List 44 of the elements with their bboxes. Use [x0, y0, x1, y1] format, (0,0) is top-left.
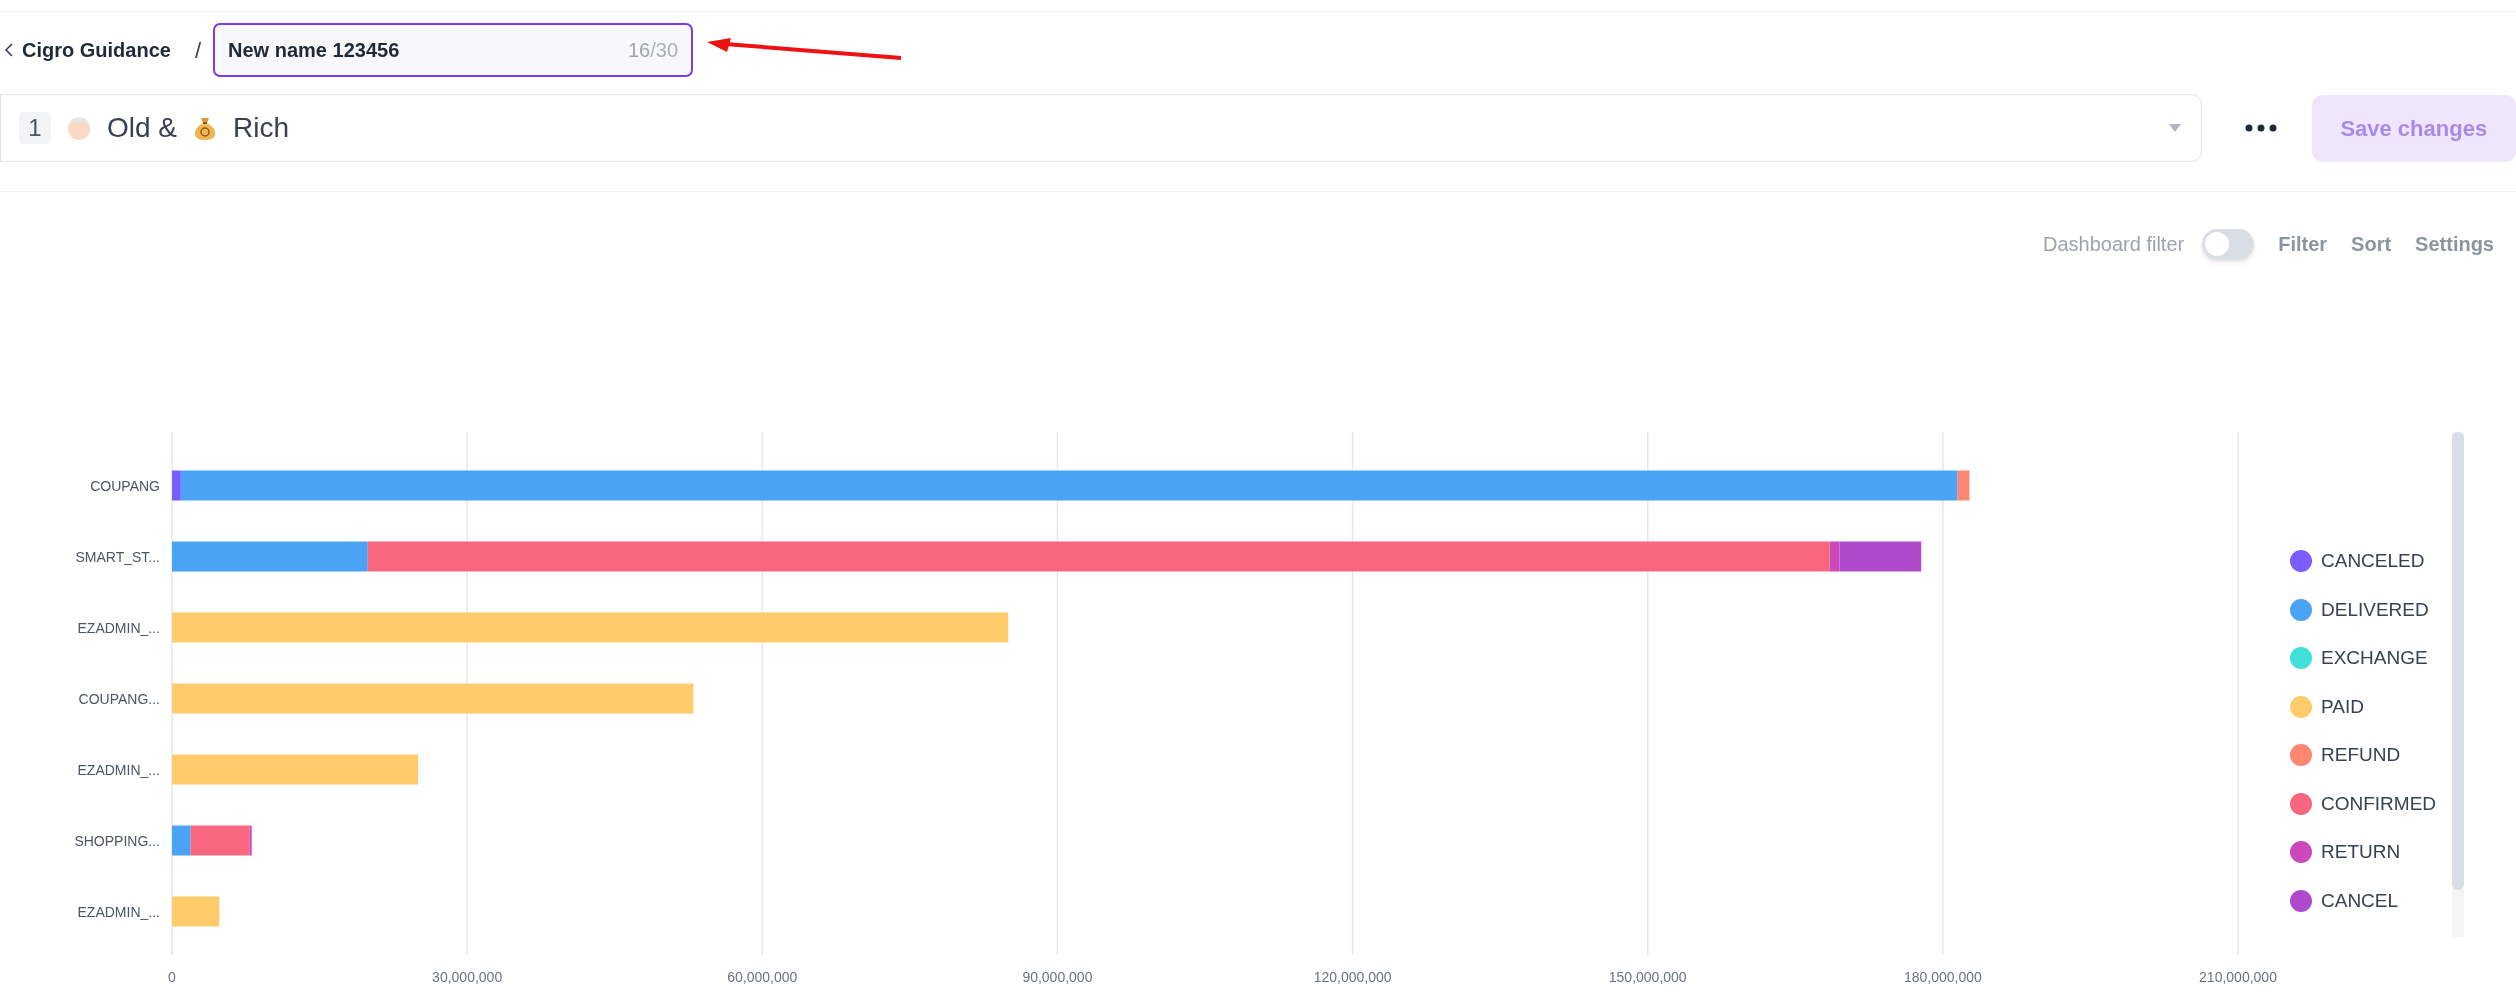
dropdown-caret-icon — [2168, 124, 2181, 132]
back-link[interactable]: Cigro Guidance — [4, 35, 171, 65]
axis-tick-label: 150,000,000 — [1608, 969, 1687, 985]
toolbar-action[interactable]: Sort — [2351, 229, 2392, 259]
legend-label: REFUND — [2321, 743, 2401, 767]
legend-label: DELIVERED — [2321, 597, 2429, 622]
category-label: EZADMIN_... — [77, 619, 160, 636]
name-value: New name 123456 — [228, 38, 400, 63]
index-badge: 1 — [19, 112, 51, 144]
category-label: COUPANG... — [78, 690, 160, 707]
category-label: EZADMIN_... — [77, 903, 160, 920]
elderly-face-icon — [65, 114, 93, 142]
dashboard-title: Old & — [107, 111, 178, 145]
bar-segment — [172, 896, 220, 927]
dashboard-filter-label: Dashboard filter — [2043, 232, 2185, 257]
axis-tick-label: 90,000,000 — [1022, 969, 1093, 985]
character-limit: /30 — [650, 38, 679, 63]
category-label: COUPANG — [90, 477, 160, 494]
character-count: 16 — [627, 38, 651, 63]
legend-label: PAID — [2321, 694, 2364, 719]
breadcrumb-separator: / — [194, 36, 202, 65]
legend-label: CANCELED — [2321, 549, 2425, 573]
axis-tick-label: 210,000,000 — [2199, 969, 2277, 985]
axis-tick-label: 180,000,000 — [1903, 969, 1982, 985]
dashboard-title: Rich — [233, 111, 290, 145]
axis-tick-label: 60,000,000 — [727, 969, 798, 985]
scrollbar-thumb[interactable] — [2452, 432, 2464, 890]
toolbar-action[interactable]: Filter — [2278, 229, 2328, 259]
dashboard-select[interactable]: 1 Old & Rich — [0, 94, 2202, 162]
axis-tick-label: 30,000,000 — [432, 969, 503, 985]
name-input-field[interactable]: New name 123456 16/30 — [213, 23, 694, 77]
category-label: SMART_ST... — [75, 548, 160, 565]
axis-tick-label: 120,000,000 — [1313, 969, 1392, 985]
legend-label: CANCEL — [2321, 888, 2399, 913]
dashboard-filter-toggle[interactable] — [2202, 229, 2255, 259]
chevron-left-icon — [4, 42, 14, 58]
legend-label: RETURN — [2321, 840, 2401, 864]
more-icon — [2244, 124, 2277, 132]
toolbar-action[interactable]: Settings — [2415, 229, 2494, 259]
category-label: EZADMIN_... — [77, 761, 160, 778]
axis-tick-label: 0 — [168, 969, 176, 985]
legend-label: EXCHANGE — [2321, 646, 2428, 670]
category-label: SHOPPING... — [74, 832, 160, 849]
legend-label: CONFIRMED — [2321, 791, 2437, 816]
